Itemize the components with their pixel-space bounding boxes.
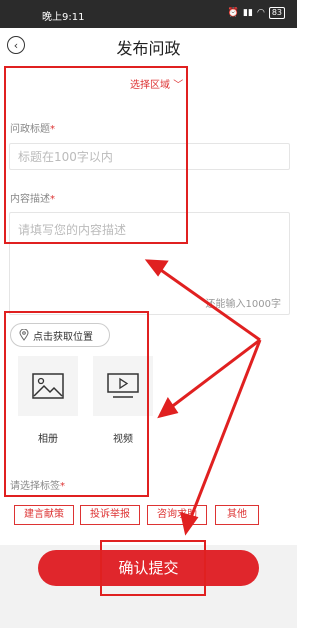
location-pin-icon (19, 329, 29, 341)
desc-placeholder: 请填写您的内容描述 (18, 223, 127, 237)
annotation-arrow-media (169, 338, 261, 410)
chevron-down-icon: ﹀ (173, 80, 184, 91)
album-label: 相册 (38, 434, 58, 445)
tag-complaint[interactable]: 投诉举报 (80, 505, 140, 525)
tags-label-text: 请选择标签 (10, 481, 60, 492)
tag-consult[interactable]: 咨询求助 (147, 505, 207, 525)
title-input[interactable]: 标题在100字以内 (9, 143, 290, 170)
tag-suggestion[interactable]: 建言献策 (14, 505, 74, 525)
desc-label-text: 内容描述 (10, 194, 50, 205)
confirm-submit-button[interactable]: 确认提交 (38, 550, 259, 586)
title-label: 问政标题* (10, 120, 55, 135)
signal-icon: ▮▮ (243, 8, 253, 18)
wifi-icon: ◠ (256, 8, 265, 18)
status-bar: 晚上9:11 ⏰ ▮▮ ◠ 83 (0, 0, 297, 28)
page-title: 发布问政 (116, 39, 181, 58)
desc-label: 内容描述* (10, 190, 55, 205)
region-select[interactable]: 选择区域 ﹀ (130, 76, 183, 91)
region-select-label: 选择区域 (130, 80, 170, 91)
required-mark: * (50, 194, 55, 205)
header: ‹ 发布问政 (0, 28, 297, 64)
annotation-arrow-submit (188, 339, 262, 521)
tags-label: 请选择标签* (10, 477, 65, 492)
video-label: 视频 (113, 434, 133, 445)
tag-other[interactable]: 其他 (215, 505, 259, 525)
album-button[interactable] (18, 356, 78, 416)
alarm-icon: ⏰ (227, 8, 240, 18)
video-icon (107, 373, 139, 398)
get-location-button[interactable]: 点击获取位置 (10, 323, 110, 347)
annotation-arrowhead-media (157, 397, 179, 419)
get-location-label: 点击获取位置 (33, 331, 93, 343)
required-mark: * (60, 481, 65, 492)
status-icons: ⏰ ▮▮ ◠ 83 (228, 7, 285, 19)
video-button[interactable] (93, 356, 153, 416)
battery-icon: 83 (268, 7, 285, 19)
title-label-text: 问政标题 (10, 124, 50, 135)
image-icon (32, 373, 64, 399)
status-time: 晚上9:11 (42, 12, 85, 23)
desc-counter: 还能输入1000字 (205, 299, 281, 310)
desc-input[interactable]: 请填写您的内容描述 还能输入1000字 (9, 212, 290, 315)
required-mark: * (50, 124, 55, 135)
